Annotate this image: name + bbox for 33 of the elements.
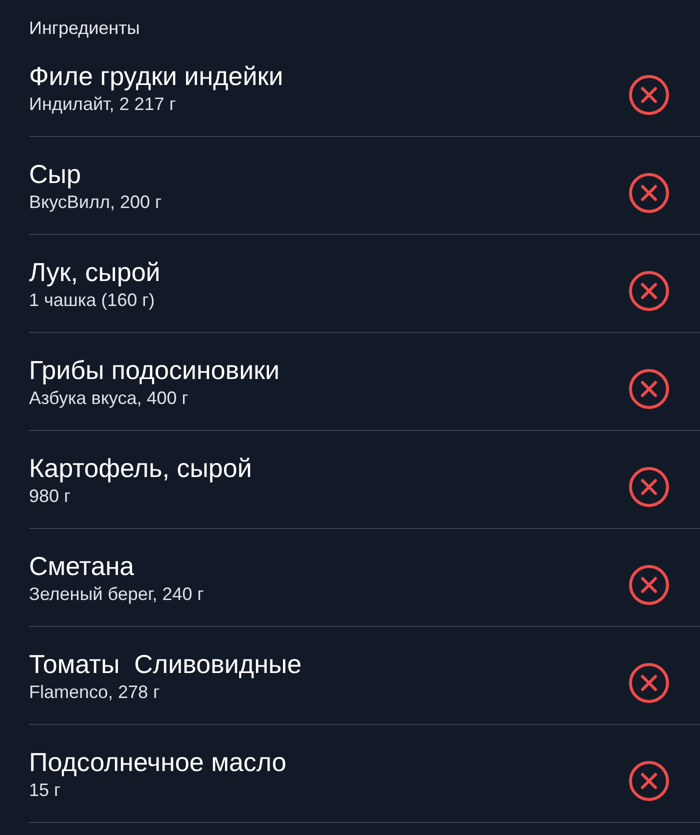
close-icon: [628, 74, 670, 116]
ingredient-amount: ВкусВилл, 200 г: [29, 191, 163, 214]
remove-button[interactable]: [628, 466, 670, 508]
ingredient-name: Сыр: [29, 158, 82, 190]
remove-button[interactable]: [628, 74, 670, 116]
close-icon: [628, 564, 670, 606]
ingredient-name: Подсолнечное масло: [29, 746, 288, 778]
ingredient-name: Томаты Сливовидные: [29, 648, 303, 680]
close-icon: [628, 368, 670, 410]
ingredient-amount: Индилайт, 2 217 г: [29, 93, 177, 116]
close-icon: [628, 172, 670, 214]
section-title: Ингредиенты: [29, 17, 141, 39]
remove-button[interactable]: [628, 760, 670, 802]
close-icon: [628, 466, 670, 508]
close-icon: [628, 270, 670, 312]
ingredient-amount: 980 г: [29, 485, 72, 508]
close-icon: [628, 760, 670, 802]
close-icon: [628, 662, 670, 704]
ingredient-name: Лук, сырой: [29, 256, 162, 288]
ingredient-name: Грибы подосиновики: [29, 354, 281, 386]
ingredient-amount: 1 чашка (160 г): [29, 289, 156, 312]
ingredient-amount: 15 г: [29, 779, 62, 802]
ingredient-name: Сметана: [29, 550, 136, 582]
ingredient-amount: Flamenco, 278 г: [29, 681, 161, 704]
remove-button[interactable]: [628, 270, 670, 312]
remove-button[interactable]: [628, 172, 670, 214]
remove-button[interactable]: [628, 564, 670, 606]
ingredient-name: Филе грудки индейки: [29, 60, 284, 92]
ingredient-amount: Зеленый берег, 240 г: [29, 583, 205, 606]
ingredient-name: Картофель, сырой: [29, 452, 253, 484]
ingredient-amount: Азбука вкуса, 400 г: [29, 387, 190, 410]
remove-button[interactable]: [628, 662, 670, 704]
remove-button[interactable]: [628, 368, 670, 410]
